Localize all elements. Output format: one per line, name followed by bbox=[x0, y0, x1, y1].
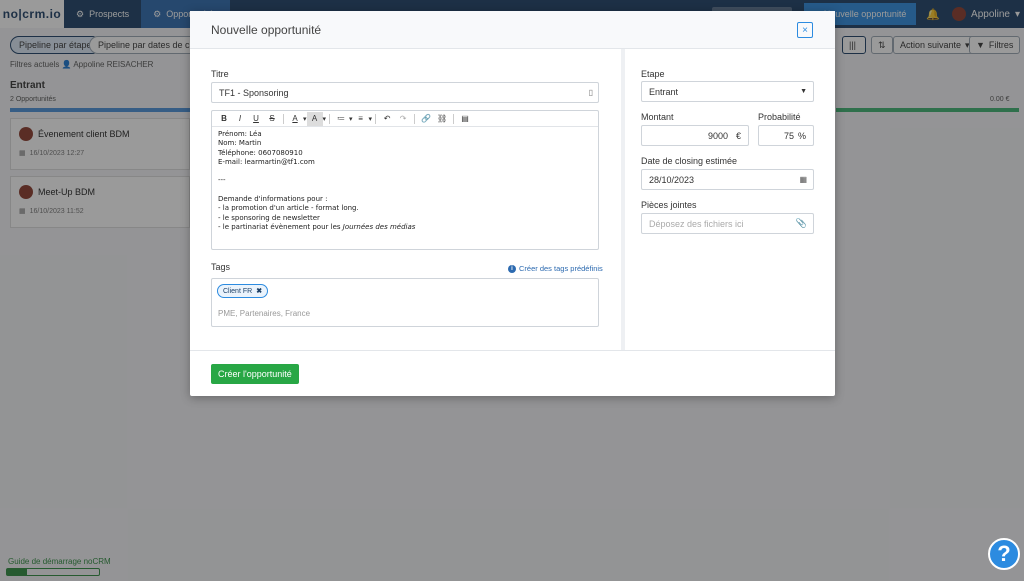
stage-select[interactable]: Entrant ▼ bbox=[641, 81, 814, 102]
editor-line: Téléphone: 0607080910 bbox=[218, 148, 303, 157]
bold-button[interactable]: B bbox=[216, 112, 232, 126]
tags-placeholder: PME, Partenaires, France bbox=[218, 309, 311, 318]
editor-line: - la promotion d'un article - format lon… bbox=[218, 204, 359, 213]
closing-date-value: 28/10/2023 bbox=[649, 174, 695, 185]
text-color-button[interactable]: A bbox=[287, 112, 303, 126]
link-button[interactable]: 🔗 bbox=[418, 112, 434, 126]
chevron-down-icon[interactable]: ▾ bbox=[369, 115, 373, 123]
editor-content[interactable]: Prénom: Léa Nom: Martin Téléphone: 06070… bbox=[212, 127, 598, 235]
editor-text: - le partinariat évènement pour les bbox=[218, 222, 343, 231]
remove-tag-icon[interactable]: ✖ bbox=[256, 287, 262, 295]
probability-input[interactable]: 75 % bbox=[758, 125, 814, 146]
editor-toolbar: B I U S A ▾ A ▾ ≔ ▾ ≡ ▾ ↶ ↷ 🔗 ⛓ ▤ bbox=[212, 111, 598, 127]
editor-line: --- bbox=[218, 176, 226, 185]
editor-line: Nom: Martin bbox=[218, 139, 262, 148]
toolbar-divider bbox=[453, 113, 455, 124]
amount-label: Montant bbox=[641, 112, 674, 122]
editor-line: E-mail: learmartin@tf1.com bbox=[218, 157, 315, 166]
contact-card-icon[interactable]: ▯ bbox=[589, 88, 593, 97]
editor-blank-line bbox=[218, 186, 592, 195]
stage-value: Entrant bbox=[649, 86, 679, 97]
create-opportunity-button[interactable]: Créer l'opportunité bbox=[211, 364, 299, 384]
closing-date-label: Date de closing estimée bbox=[641, 156, 738, 166]
currency-symbol: € bbox=[735, 130, 741, 141]
underline-button[interactable]: U bbox=[248, 112, 264, 126]
attachments-label: Pièces jointes bbox=[641, 200, 697, 210]
redo-button[interactable]: ↷ bbox=[395, 112, 411, 126]
closing-date-input[interactable]: 28/10/2023 ▦ bbox=[641, 169, 814, 190]
toolbar-divider bbox=[414, 113, 416, 124]
amount-input[interactable]: 9000 € bbox=[641, 125, 749, 146]
title-value: TF1 - Sponsoring bbox=[219, 87, 289, 98]
title-input[interactable]: TF1 - Sponsoring ▯ bbox=[211, 82, 599, 103]
strikethrough-button[interactable]: S bbox=[264, 112, 280, 126]
highlight-color-button[interactable]: A bbox=[306, 111, 323, 126]
tag-label: Client FR bbox=[223, 287, 253, 295]
amount-value: 9000 bbox=[707, 130, 728, 141]
info-icon: i bbox=[508, 264, 516, 273]
probability-value: 75 bbox=[783, 130, 794, 141]
editor-italic-text: Journées des médias bbox=[342, 222, 416, 231]
editor-line: - le sponsoring de newsletter bbox=[218, 213, 320, 222]
toolbar-divider bbox=[375, 113, 377, 124]
caret-down-icon: ▼ bbox=[800, 88, 807, 95]
template-button[interactable]: ▤ bbox=[457, 112, 473, 126]
attachments-dropzone[interactable]: Déposez des fichiers ici 📎 bbox=[641, 213, 814, 234]
close-icon: × bbox=[802, 24, 808, 36]
modal-title: Nouvelle opportunité bbox=[211, 22, 322, 37]
tag-chip[interactable]: Client FR ✖ bbox=[217, 284, 269, 298]
tags-label: Tags bbox=[211, 262, 231, 272]
modal-header: Nouvelle opportunité × bbox=[190, 11, 835, 49]
unlink-button[interactable]: ⛓ bbox=[434, 112, 450, 126]
probability-label: Probabilité bbox=[758, 112, 801, 122]
description-editor[interactable]: B I U S A ▾ A ▾ ≔ ▾ ≡ ▾ ↶ ↷ 🔗 ⛓ ▤ Prénom… bbox=[211, 110, 599, 250]
modal-body: Titre TF1 - Sponsoring ▯ B I U S A ▾ A ▾ bbox=[190, 49, 835, 350]
editor-line: - le partinariat évènement pour les Jour… bbox=[218, 223, 592, 232]
calendar-icon[interactable]: ▦ bbox=[799, 175, 807, 184]
help-button[interactable]: ? bbox=[988, 538, 1020, 570]
editor-blank-line bbox=[218, 167, 592, 176]
title-label: Titre bbox=[211, 69, 229, 79]
create-predefined-tags-link[interactable]: i Créer des tags prédéfinis bbox=[508, 264, 603, 273]
chevron-down-icon[interactable]: ▾ bbox=[323, 115, 327, 123]
create-tags-link-label: Créer des tags prédéfinis bbox=[519, 264, 603, 273]
paperclip-icon[interactable]: 📎 bbox=[796, 218, 807, 229]
percent-symbol: % bbox=[797, 130, 806, 141]
toolbar-divider bbox=[329, 113, 331, 124]
undo-button[interactable]: ↶ bbox=[379, 112, 395, 126]
toolbar-divider bbox=[283, 113, 284, 124]
modal-right-pane: Etape Entrant ▼ Montant 9000 € Probabili… bbox=[621, 49, 835, 350]
close-button[interactable]: × bbox=[797, 22, 813, 38]
tags-input[interactable]: Client FR ✖ PME, Partenaires, France bbox=[211, 278, 599, 327]
stage-label: Etape bbox=[641, 69, 665, 79]
italic-button[interactable]: I bbox=[232, 112, 248, 126]
attachments-placeholder: Déposez des fichiers ici bbox=[649, 218, 744, 229]
new-opportunity-modal: Nouvelle opportunité × Titre TF1 - Spons… bbox=[190, 11, 835, 396]
modal-left-pane: Titre TF1 - Sponsoring ▯ B I U S A ▾ A ▾ bbox=[190, 49, 621, 350]
editor-line: Demande d'informations pour : bbox=[218, 195, 328, 204]
numbered-list-button[interactable]: ≡ bbox=[353, 112, 369, 126]
bullet-list-button[interactable]: ≔ bbox=[333, 112, 349, 126]
editor-line: Prénom: Léa bbox=[218, 130, 262, 138]
modal-footer: Créer l'opportunité bbox=[190, 350, 835, 396]
